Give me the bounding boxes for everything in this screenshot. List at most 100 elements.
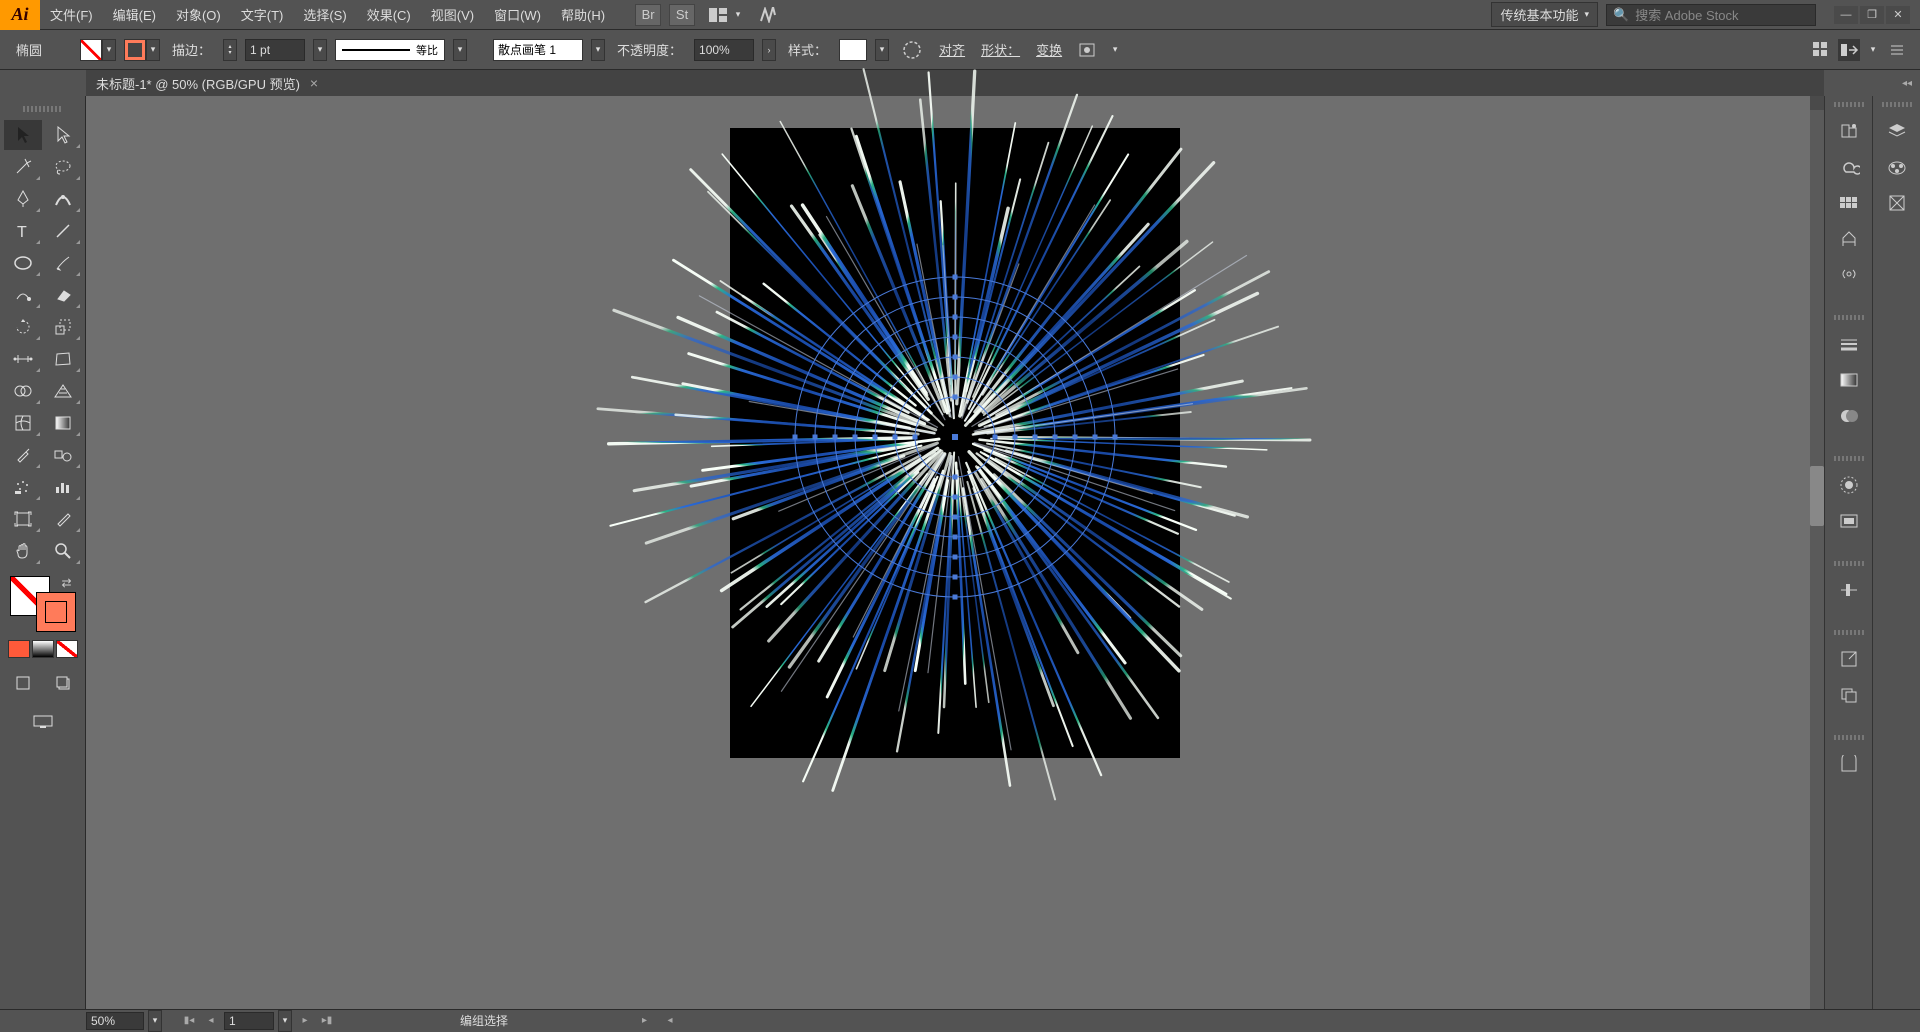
- layers-icon[interactable]: [1877, 113, 1917, 149]
- libraries-icon[interactable]: [1829, 113, 1869, 149]
- ellipse-tool[interactable]: [4, 248, 42, 278]
- snap-pixel-icon[interactable]: [1838, 39, 1860, 61]
- weight-caret[interactable]: ▾: [313, 39, 327, 61]
- zoom-tool[interactable]: [44, 536, 82, 566]
- color-mode-gradient[interactable]: [32, 640, 54, 658]
- swap-fill-stroke-icon[interactable]: ⇄: [61, 576, 71, 590]
- artboard-prev-icon[interactable]: ◂: [202, 1012, 220, 1030]
- status-menu-icon[interactable]: ▸: [642, 1015, 647, 1026]
- gradient-tool[interactable]: [44, 408, 82, 438]
- line-tool[interactable]: [44, 216, 82, 246]
- menu-object[interactable]: 对象(O): [166, 0, 231, 30]
- menu-effect[interactable]: 效果(C): [357, 0, 421, 30]
- canvas[interactable]: [86, 96, 1824, 1009]
- screen-mode[interactable]: [28, 710, 58, 734]
- artboards-panel-icon[interactable]: [1829, 677, 1869, 713]
- profile-caret[interactable]: ▾: [453, 39, 467, 61]
- color-mode-solid[interactable]: [8, 640, 30, 658]
- graphic-styles-icon[interactable]: [1829, 503, 1869, 539]
- workspace-switcher[interactable]: 传统基本功能 ▾: [1491, 2, 1598, 27]
- bridge-icon[interactable]: Br: [635, 4, 661, 26]
- artwork-burst[interactable]: [570, 52, 1340, 822]
- close-button[interactable]: ✕: [1886, 6, 1910, 24]
- maximize-button[interactable]: ❐: [1860, 6, 1884, 24]
- document-tab[interactable]: 未标题-1* @ 50% (RGB/GPU 预览) ×: [86, 70, 328, 96]
- draw-mode-behind[interactable]: [44, 668, 82, 698]
- curvature-tool[interactable]: [44, 184, 82, 214]
- color-guide-icon[interactable]: [1829, 746, 1869, 782]
- cc-icon[interactable]: [1829, 149, 1869, 185]
- artboard-last-icon[interactable]: ▸▮: [318, 1012, 336, 1030]
- scroll-left-icon[interactable]: ◂: [661, 1012, 679, 1030]
- collapse-panels-icon[interactable]: ◂◂: [1902, 78, 1912, 89]
- eyedropper-tool[interactable]: [4, 440, 42, 470]
- color-mode-none[interactable]: [56, 640, 78, 658]
- menu-help[interactable]: 帮助(H): [551, 0, 615, 30]
- stroke-proxy[interactable]: [36, 592, 76, 632]
- arrange-caret[interactable]: ▾: [731, 4, 745, 26]
- vertical-scrollbar[interactable]: [1810, 96, 1824, 1009]
- symbol-sprayer-tool[interactable]: [4, 472, 42, 502]
- hand-tool[interactable]: [4, 536, 42, 566]
- menu-select[interactable]: 选择(S): [293, 0, 356, 30]
- type-tool[interactable]: T: [4, 216, 42, 246]
- dock-grip-2[interactable]: [1834, 315, 1864, 320]
- brushes-icon[interactable]: [1829, 221, 1869, 257]
- menu-type[interactable]: 文字(T): [231, 0, 294, 30]
- direct-selection-tool[interactable]: [44, 120, 82, 150]
- menu-file[interactable]: 文件(F): [40, 0, 103, 30]
- menu-window[interactable]: 窗口(W): [484, 0, 551, 30]
- shape-builder-tool[interactable]: [4, 376, 42, 406]
- color-icon[interactable]: [1877, 149, 1917, 185]
- rotate-tool[interactable]: [4, 312, 42, 342]
- artboard-number-field[interactable]: 1: [224, 1012, 274, 1030]
- dock-grip-5[interactable]: [1834, 630, 1864, 635]
- slice-tool[interactable]: [44, 504, 82, 534]
- align-pixel-icon[interactable]: [1810, 39, 1832, 61]
- gradient-panel-icon[interactable]: [1829, 362, 1869, 398]
- graph-tool[interactable]: [44, 472, 82, 502]
- profile-preview[interactable]: 等比: [335, 39, 445, 61]
- swatches-icon[interactable]: [1829, 185, 1869, 221]
- appearance-icon[interactable]: [1829, 467, 1869, 503]
- eraser-tool[interactable]: [44, 280, 82, 310]
- stroke-swatch[interactable]: [124, 39, 146, 61]
- prefs-icon[interactable]: [1886, 39, 1908, 61]
- width-tool[interactable]: [4, 344, 42, 374]
- dock-grip-3[interactable]: [1834, 456, 1864, 461]
- panel-grip[interactable]: [23, 106, 63, 112]
- dock-grip-r[interactable]: [1882, 102, 1912, 107]
- zoom-caret[interactable]: ▾: [148, 1010, 162, 1032]
- fill-stroke-control[interactable]: ⇄: [6, 574, 80, 634]
- stroke-caret[interactable]: ▾: [146, 39, 160, 61]
- dock-grip-4[interactable]: [1834, 561, 1864, 566]
- artboard-first-icon[interactable]: ▮◂: [180, 1012, 198, 1030]
- free-transform-tool[interactable]: [44, 344, 82, 374]
- gpu-icon[interactable]: [755, 4, 781, 26]
- dock-grip-6[interactable]: [1834, 735, 1864, 740]
- artboard-next-icon[interactable]: ▸: [296, 1012, 314, 1030]
- artboard-caret[interactable]: ▾: [278, 1010, 292, 1032]
- selection-tool[interactable]: [4, 120, 42, 150]
- magic-wand-tool[interactable]: [4, 152, 42, 182]
- lasso-tool[interactable]: [44, 152, 82, 182]
- blend-tool[interactable]: [44, 440, 82, 470]
- stroke-panel-icon[interactable]: [1829, 326, 1869, 362]
- symbols-icon[interactable]: [1829, 257, 1869, 293]
- zoom-field[interactable]: 50%: [86, 1012, 144, 1030]
- stock-icon[interactable]: St: [669, 4, 695, 26]
- fill-caret[interactable]: ▾: [102, 39, 116, 61]
- menu-view[interactable]: 视图(V): [421, 0, 484, 30]
- perspective-tool[interactable]: [44, 376, 82, 406]
- align-panel-icon[interactable]: [1829, 572, 1869, 608]
- snap-caret[interactable]: ▾: [1866, 39, 1880, 61]
- search-input[interactable]: 🔍 搜索 Adobe Stock: [1606, 4, 1816, 26]
- transparency-icon[interactable]: [1829, 398, 1869, 434]
- minimize-button[interactable]: —: [1834, 6, 1858, 24]
- draw-mode-normal[interactable]: [4, 668, 42, 698]
- mesh-tool[interactable]: [4, 408, 42, 438]
- shaper-tool[interactable]: [4, 280, 42, 310]
- stroke-weight-field[interactable]: 1 pt: [245, 39, 305, 61]
- paintbrush-tool[interactable]: [44, 248, 82, 278]
- menu-edit[interactable]: 编辑(E): [103, 0, 166, 30]
